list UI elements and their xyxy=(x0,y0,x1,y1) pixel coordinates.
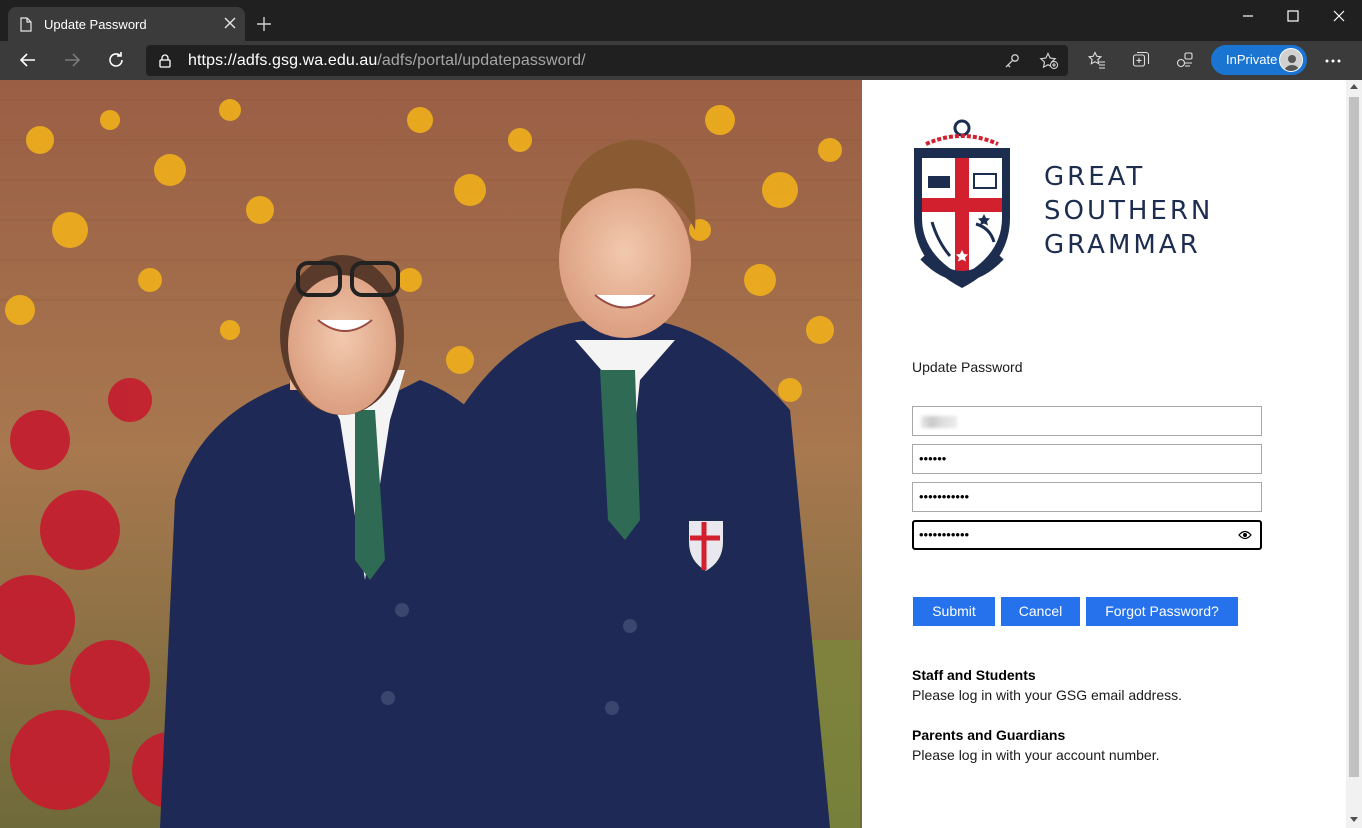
close-tab-icon[interactable] xyxy=(223,16,237,30)
confirm-password-field[interactable]: ••••••••••• xyxy=(912,520,1262,550)
browser-tab[interactable]: Update Password xyxy=(8,7,245,41)
add-favorite-icon[interactable] xyxy=(1039,52,1059,70)
parents-text: Please log in with your account number. xyxy=(912,747,1160,763)
more-options-icon[interactable] xyxy=(1324,58,1342,64)
confirm-password-value: ••••••••••• xyxy=(919,527,970,542)
minimize-icon[interactable] xyxy=(1240,8,1256,24)
url-path: /adfs/portal/updatepassword/ xyxy=(377,52,586,69)
extensions-icon[interactable] xyxy=(1176,51,1194,69)
favorites-icon[interactable] xyxy=(1088,51,1106,69)
avatar xyxy=(1279,48,1303,72)
collections-icon[interactable] xyxy=(1132,51,1150,69)
inprivate-badge[interactable]: InPrivate xyxy=(1211,45,1307,75)
school-name: GREAT SOUTHERN GRAMMAR xyxy=(1044,160,1213,262)
school-name-line3: GRAMMAR xyxy=(1044,230,1201,260)
address-bar[interactable]: https://adfs.gsg.wa.edu.au/adfs/portal/u… xyxy=(146,45,1068,76)
tab-title: Update Password xyxy=(44,17,147,32)
school-name-line1: GREAT xyxy=(1044,162,1146,192)
inprivate-label: InPrivate xyxy=(1226,52,1278,67)
back-icon[interactable] xyxy=(18,50,38,70)
key-icon[interactable] xyxy=(1004,53,1020,69)
close-window-icon[interactable] xyxy=(1331,8,1347,24)
staff-text: Please log in with your GSG email addres… xyxy=(912,687,1183,703)
scroll-thumb[interactable] xyxy=(1349,97,1359,777)
profile-icon xyxy=(1280,49,1302,71)
new-password-value: ••••••••••• xyxy=(919,489,970,504)
scroll-down-icon[interactable] xyxy=(1350,817,1358,822)
scroll-up-icon[interactable] xyxy=(1350,84,1358,89)
reveal-password-icon[interactable] xyxy=(1238,530,1252,540)
login-panel: GREAT SOUTHERN GRAMMAR Update Password •… xyxy=(862,80,1346,828)
url-text: https://adfs.gsg.wa.edu.au/adfs/portal/u… xyxy=(188,52,586,70)
page-icon xyxy=(20,17,32,32)
forgot-password-button[interactable]: Forgot Password? xyxy=(1086,597,1238,626)
page-scrollbar[interactable] xyxy=(1346,80,1362,828)
cancel-button[interactable]: Cancel xyxy=(1001,597,1080,626)
username-field[interactable] xyxy=(912,406,1262,436)
old-password-value: •••••• xyxy=(919,451,947,466)
refresh-icon[interactable] xyxy=(106,50,126,70)
old-password-field[interactable]: •••••• xyxy=(912,444,1262,474)
maximize-icon[interactable] xyxy=(1285,8,1301,24)
page: GREAT SOUTHERN GRAMMAR Update Password •… xyxy=(0,80,1362,828)
forward-icon[interactable] xyxy=(62,50,82,70)
tab-strip: Update Password xyxy=(0,0,1362,41)
browser-toolbar: https://adfs.gsg.wa.edu.au/adfs/portal/u… xyxy=(0,41,1362,80)
lock-icon[interactable] xyxy=(159,54,171,68)
username-redacted xyxy=(921,416,957,428)
form-title: Update Password xyxy=(912,359,1023,375)
school-name-line2: SOUTHERN xyxy=(1044,196,1214,226)
url-host: https://adfs.gsg.wa.edu.au xyxy=(188,52,378,69)
staff-heading: Staff and Students xyxy=(912,667,1036,683)
new-tab-icon[interactable] xyxy=(256,16,272,32)
students-photo xyxy=(0,80,862,828)
parents-heading: Parents and Guardians xyxy=(912,727,1066,743)
new-password-field[interactable]: ••••••••••• xyxy=(912,482,1262,512)
submit-button[interactable]: Submit xyxy=(913,597,995,626)
school-crest-logo xyxy=(914,119,1010,288)
